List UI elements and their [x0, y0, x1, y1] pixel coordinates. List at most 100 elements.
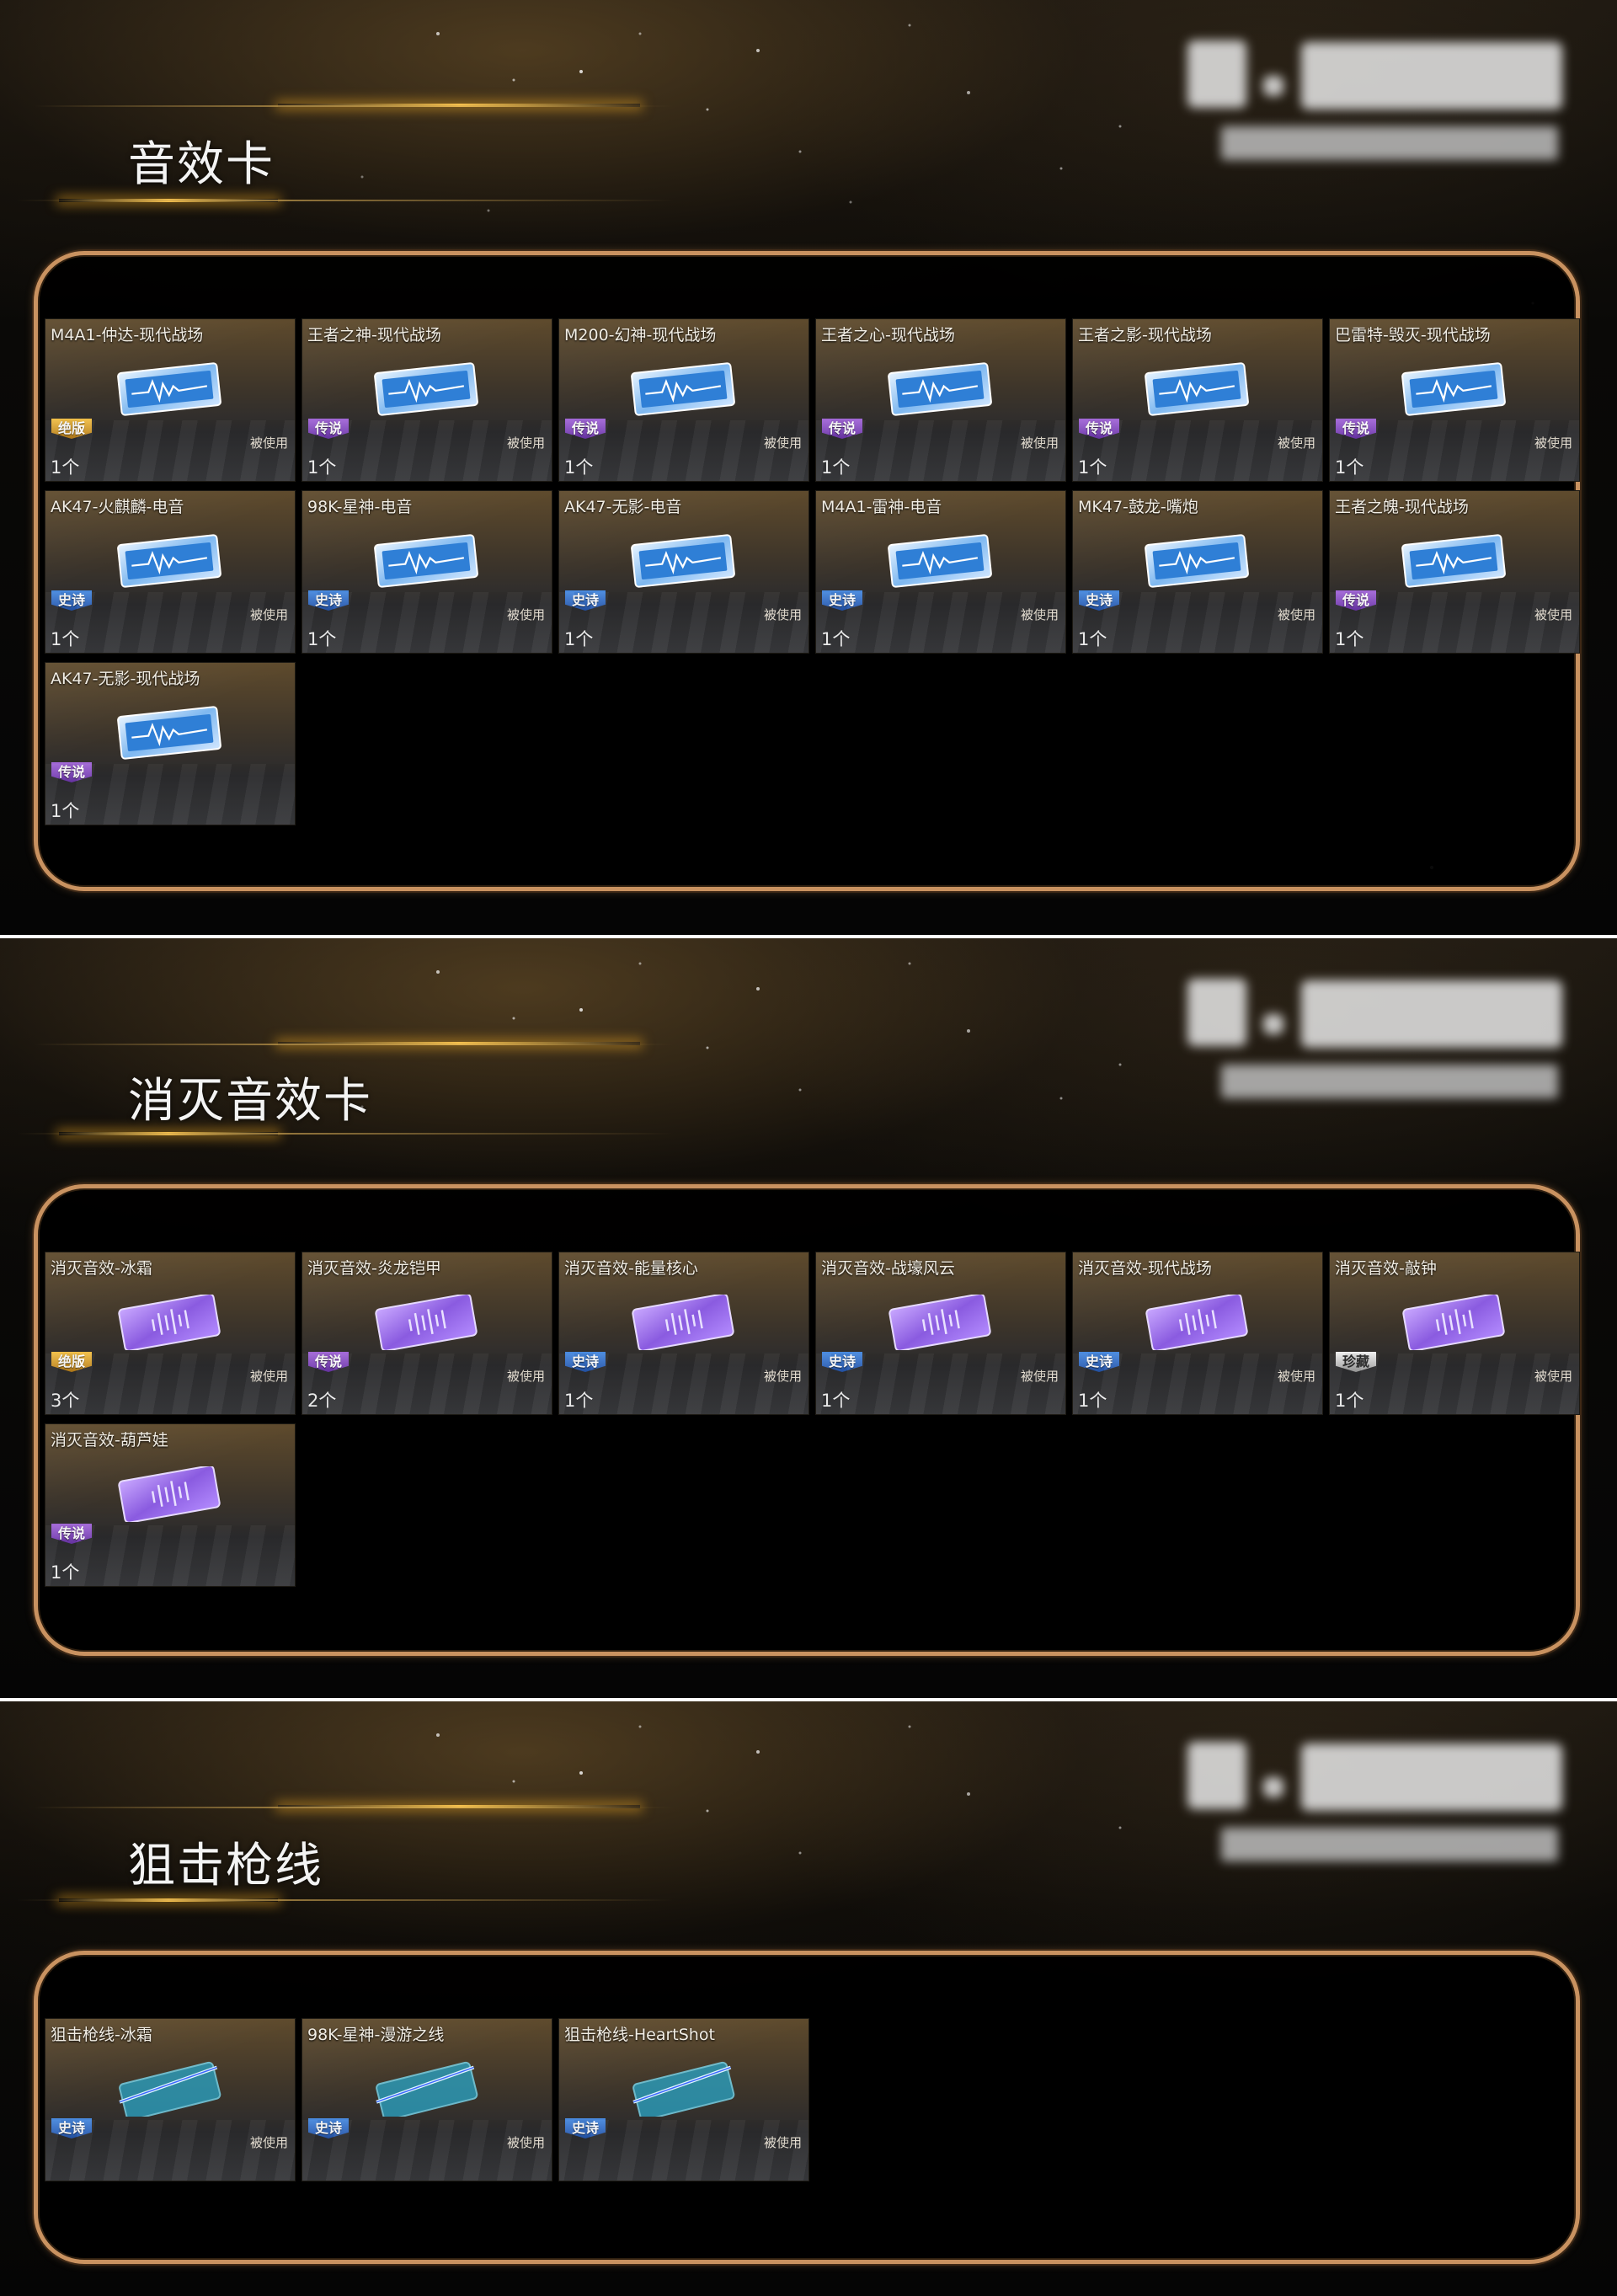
rarity-badge: 史诗: [822, 1352, 863, 1372]
item-count: 1个: [1078, 1391, 1107, 1411]
kill-sound-card-icon: [885, 1295, 995, 1350]
item-card[interactable]: AK47-无影-电音 史诗 被使用 1个: [558, 490, 809, 654]
item-card[interactable]: AK47-火麒麟-电音 史诗 被使用 1个: [45, 490, 296, 654]
used-status-label: 被使用: [1020, 435, 1059, 451]
used-status-label: 被使用: [1534, 1369, 1572, 1384]
item-card[interactable]: 消灭音效-战壕风云 史诗 被使用 1个: [815, 1252, 1066, 1415]
item-card[interactable]: M200-幻神-现代战场 传说 被使用 1个: [558, 318, 809, 482]
kill-sound-card-icon: [115, 1295, 224, 1350]
used-status-label: 被使用: [249, 435, 288, 451]
item-card[interactable]: 消灭音效-敲钟 珍藏 被使用 1个: [1329, 1252, 1580, 1415]
sound-card-icon: [115, 533, 224, 589]
sound-card-icon: [1142, 361, 1251, 417]
item-card[interactable]: M4A1-仲达-现代战场 绝版 被使用 1个: [45, 318, 296, 482]
title-glow-line: [278, 1042, 640, 1045]
rarity-badge: 传说: [822, 419, 863, 439]
item-card[interactable]: 王者之心-现代战场 传说 被使用 1个: [815, 318, 1066, 482]
item-card[interactable]: 狙击枪线-HeartShot 史诗 被使用: [558, 2018, 809, 2181]
item-name: 消灭音效-战壕风云: [821, 1259, 955, 1278]
rarity-badge: 传说: [308, 419, 350, 439]
item-card[interactable]: MK47-鼓龙-嘴炮 史诗 被使用 1个: [1072, 490, 1323, 654]
used-status-label: 被使用: [1277, 607, 1315, 622]
item-name: AK47-火麒麟-电音: [51, 498, 184, 516]
item-card[interactable]: 消灭音效-冰霜 绝版 被使用 3个: [45, 1252, 296, 1415]
rarity-badge: 传说: [1336, 590, 1377, 611]
item-card[interactable]: 消灭音效-能量核心 史诗 被使用 1个: [558, 1252, 809, 1415]
item-count: 1个: [1335, 1391, 1364, 1411]
item-card[interactable]: 王者之影-现代战场 传说 被使用 1个: [1072, 318, 1323, 482]
item-card[interactable]: 98K-星神-漫游之线 史诗 被使用: [302, 2018, 552, 2181]
title-glow-line-bottom: [59, 1132, 278, 1135]
sniper-line-icon: [628, 2061, 738, 2117]
rarity-badge: 史诗: [565, 1352, 606, 1372]
item-name: M4A1-雷神-电音: [821, 498, 942, 516]
title-divider-bottom: [17, 1133, 674, 1135]
sound-card-icon: [115, 361, 224, 417]
used-status-label: 被使用: [1277, 1369, 1315, 1384]
item-name: 98K-星神-电音: [307, 498, 413, 516]
item-card[interactable]: 消灭音效-炎龙铠甲 传说 被使用 2个: [302, 1252, 552, 1415]
sound-card-icon: [885, 361, 995, 417]
rarity-badge: 传说: [308, 1352, 350, 1372]
section-title: 狙击枪线: [128, 1839, 323, 1893]
item-count: 1个: [51, 629, 80, 649]
item-name: 消灭音效-葫芦娃: [51, 1431, 168, 1450]
sound-card-icon: [628, 361, 738, 417]
item-count: 1个: [1335, 457, 1364, 478]
item-name: MK47-鼓龙-嘴炮: [1078, 498, 1198, 516]
used-status-label: 被使用: [1534, 607, 1572, 622]
used-status-label: 被使用: [763, 607, 802, 622]
item-name: 消灭音效-炎龙铠甲: [307, 1259, 441, 1278]
rarity-badge: 绝版: [51, 419, 93, 439]
item-card[interactable]: 巴雷特-毁灭-现代战场 传说 被使用 1个: [1329, 318, 1580, 482]
item-count: 1个: [821, 629, 851, 649]
title-divider-top: [34, 1044, 674, 1045]
kill-sound-card-icon: [1142, 1295, 1251, 1350]
section-kill-sound-cards: 消灭音效卡 消灭音效-冰霜 绝版 被使用 3个 消灭音效-炎龙铠甲 传说 被使用 2个 消灭音效…: [0, 938, 1617, 1698]
sound-card-grid: M4A1-仲达-现代战场 绝版 被使用 1个 王者之神-现代战场 传说 被使用 1个 M200-…: [45, 318, 1580, 825]
title-divider-bottom: [17, 1899, 674, 1901]
kill-sound-card-panel: 消灭音效-冰霜 绝版 被使用 3个 消灭音效-炎龙铠甲 传说 被使用 2个 消灭音效-能量核心史…: [34, 1184, 1580, 1656]
rarity-badge: 传说: [1079, 419, 1120, 439]
item-card[interactable]: 王者之神-现代战场 传说 被使用 1个: [302, 318, 552, 482]
item-card[interactable]: 消灭音效-现代战场 史诗 被使用 1个: [1072, 1252, 1323, 1415]
item-card[interactable]: 王者之魄-现代战场 传说 被使用 1个: [1329, 490, 1580, 654]
item-card[interactable]: AK47-无影-现代战场 传说 1个: [45, 662, 296, 825]
used-status-label: 被使用: [249, 607, 288, 622]
section-title: 音效卡: [128, 137, 275, 192]
kill-sound-card-icon: [628, 1295, 738, 1350]
rarity-badge: 史诗: [51, 2118, 93, 2138]
item-name: M4A1-仲达-现代战场: [51, 326, 204, 344]
rarity-badge: 史诗: [565, 2118, 606, 2138]
item-count: 1个: [1078, 457, 1107, 478]
used-status-label: 被使用: [763, 1369, 802, 1384]
used-status-label: 被使用: [1277, 435, 1315, 451]
watermark-logo: [1187, 972, 1566, 1124]
used-status-label: 被使用: [249, 1369, 288, 1384]
watermark-logo: [1187, 34, 1566, 185]
item-count: 1个: [307, 457, 337, 478]
rarity-badge: 珍藏: [1336, 1352, 1377, 1372]
used-status-label: 被使用: [763, 435, 802, 451]
rarity-badge: 史诗: [565, 590, 606, 611]
item-card[interactable]: 狙击枪线-冰霜 史诗 被使用: [45, 2018, 296, 2181]
sniper-line-icon: [115, 2061, 224, 2117]
item-card[interactable]: M4A1-雷神-电音 史诗 被使用 1个: [815, 490, 1066, 654]
kill-sound-card-icon: [115, 1466, 224, 1522]
item-name: 消灭音效-能量核心: [564, 1259, 698, 1278]
used-status-label: 被使用: [506, 607, 545, 622]
sound-card-icon: [371, 533, 481, 589]
rarity-badge: 绝版: [51, 1352, 93, 1372]
item-name: AK47-无影-电音: [564, 498, 682, 516]
item-name: 消灭音效-现代战场: [1078, 1259, 1212, 1278]
rarity-badge: 史诗: [308, 2118, 350, 2138]
title-glow-line-bottom: [59, 199, 278, 202]
item-name: 巴雷特-毁灭-现代战场: [1335, 326, 1491, 344]
title-glow-line: [278, 104, 640, 107]
item-name: 狙击枪线-HeartShot: [564, 2026, 715, 2044]
item-card[interactable]: 98K-星神-电音 史诗 被使用 1个: [302, 490, 552, 654]
item-card[interactable]: 消灭音效-葫芦娃 传说 1个: [45, 1423, 296, 1587]
used-status-label: 被使用: [506, 1369, 545, 1384]
item-count: 1个: [1335, 629, 1364, 649]
rarity-badge: 史诗: [822, 590, 863, 611]
